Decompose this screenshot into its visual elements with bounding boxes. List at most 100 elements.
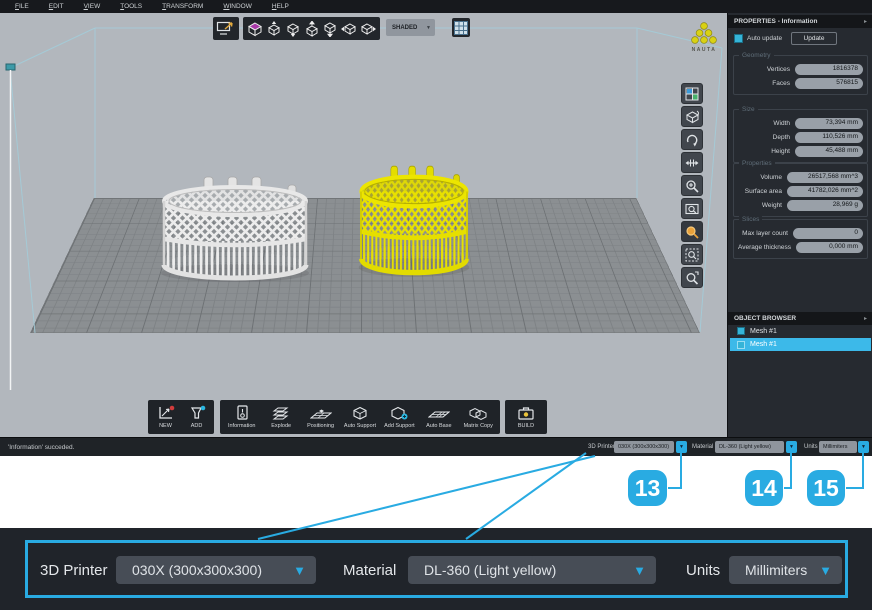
object-row-mesh1[interactable]: Mesh #1 (730, 325, 871, 337)
mesh-name: Mesh #1 (750, 328, 777, 335)
vertices-label: Vertices (767, 66, 790, 73)
viewport-layout-button[interactable] (681, 83, 703, 104)
size-group: Size Width73,394 mm Depth110,526 mm Heig… (733, 109, 868, 163)
zoom-extents-button[interactable] (681, 244, 703, 265)
weight-label: Weight (762, 202, 782, 209)
right-view-button[interactable] (359, 20, 377, 37)
auto-update-label: Auto update (747, 35, 782, 42)
grid-toggle-button[interactable] (452, 18, 470, 37)
add-support-label: Add Support (384, 423, 415, 429)
mesh-yellow-bracelet[interactable] (358, 162, 470, 280)
bottom-view-button[interactable] (321, 20, 339, 37)
mesh-visibility-checkbox[interactable] (737, 327, 745, 335)
printer-dropdown[interactable]: 030X (300x300x300) (614, 441, 674, 453)
properties-group: Properties Volume26517,568 mm^3 Surface … (733, 163, 868, 217)
new-button[interactable]: NEW (150, 405, 181, 429)
height-label: Height (771, 148, 790, 155)
menu-edit[interactable]: EDIT (40, 3, 73, 10)
information-button[interactable]: Information (222, 405, 261, 429)
units-dropdown[interactable]: Millimiters (819, 441, 857, 453)
auto-base-label: Auto Base (426, 423, 451, 429)
menu-help[interactable]: HELP (263, 3, 298, 10)
auto-support-icon (350, 405, 370, 421)
average-thickness-label: Average thickness (738, 244, 791, 251)
positioning-label: Positioning (307, 423, 334, 429)
menu-transform[interactable]: TRANSFORM (153, 3, 212, 10)
matrix-copy-label: Matrix Copy (464, 423, 493, 429)
spin-view-button[interactable] (681, 129, 703, 150)
callout-badge-14: 14 (745, 470, 783, 506)
chevron-down-icon: ▼ (819, 563, 842, 578)
zoom-in-button[interactable] (681, 175, 703, 196)
panel-collapse-icon[interactable]: ▸ (864, 315, 867, 322)
object-browser-header: OBJECT BROWSER ▸ (728, 312, 872, 325)
shading-mode-dropdown[interactable]: SHADED ▼ (386, 19, 435, 36)
mesh-visibility-checkbox[interactable] (737, 341, 745, 349)
material-dropdown[interactable]: DL-360 (Light yellow) (715, 441, 784, 453)
explode-button[interactable]: Explode (261, 405, 300, 429)
menu-window[interactable]: WINDOW (214, 3, 261, 10)
grid-icon (454, 21, 468, 35)
printer-dropdown-zoom[interactable]: 030X (300x300x300) ▼ (116, 556, 316, 584)
zoom-selected-button[interactable] (681, 221, 703, 242)
properties-panel-title: PROPERTIES - Information (734, 18, 864, 25)
weight-value: 28,969 g (787, 200, 863, 211)
vertices-value: 1816378 (795, 64, 863, 75)
magnified-panel-strip: 3D Printer 030X (300x300x300) ▼ Material… (0, 528, 872, 610)
build-button[interactable]: BUILD (507, 405, 545, 429)
menu-view[interactable]: VIEW (75, 3, 110, 10)
pan-button[interactable] (681, 152, 703, 173)
units-dropdown-zoom[interactable]: Millimiters ▼ (729, 556, 842, 584)
callout-badge-15: 15 (807, 470, 845, 506)
zoom-all-button[interactable] (681, 267, 703, 288)
chevron-down-icon: ▼ (633, 563, 656, 578)
rotate-view-button[interactable] (681, 106, 703, 127)
new-label: NEW (159, 423, 172, 429)
add-support-icon (389, 405, 409, 421)
front-view-button[interactable] (284, 20, 302, 37)
units-label-zoom: Units (686, 562, 720, 579)
matrix-copy-icon (468, 405, 488, 421)
information-icon (232, 405, 252, 421)
build-icon (516, 405, 536, 421)
add-support-button[interactable]: Add Support (380, 405, 419, 429)
surface-area-label: Surface area (745, 188, 782, 195)
scale-handle (6, 64, 15, 70)
back-view-button[interactable] (303, 20, 321, 37)
top-view-button[interactable] (265, 20, 283, 37)
chevron-down-icon: ▼ (679, 444, 684, 450)
matrix-copy-button[interactable]: Matrix Copy (459, 405, 498, 429)
status-message: 'Information' succeded. (8, 444, 74, 451)
positioning-button[interactable]: Positioning (301, 405, 340, 429)
material-dropdown-zoom[interactable]: DL-360 (Light yellow) ▼ (408, 556, 656, 584)
printer-label-zoom: 3D Printer (40, 562, 108, 579)
iso-view-button[interactable] (246, 20, 264, 37)
panel-collapse-icon[interactable]: ▸ (864, 18, 867, 25)
menu-file[interactable]: FILE (6, 3, 38, 10)
chevron-down-icon: ▼ (861, 444, 866, 450)
mesh-white-bracelet[interactable] (160, 173, 310, 285)
material-label-zoom: Material (343, 562, 396, 579)
add-label: ADD (191, 423, 203, 429)
viewport-3d[interactable]: SHADED ▼ NAUTA NEW (0, 13, 727, 437)
left-view-button[interactable] (340, 20, 358, 37)
units-label: Units (804, 444, 818, 450)
zoom-window-button[interactable] (681, 198, 703, 219)
toolbar-group-file: NEW ADD (148, 400, 214, 434)
width-value: 73,394 mm (795, 118, 863, 129)
toolbar-group-tools: Information Explode Positioning Auto Sup… (220, 400, 500, 434)
view-nav-toolbar (681, 83, 705, 288)
object-row-mesh1-selected[interactable]: Mesh #1 (730, 338, 871, 351)
add-button[interactable]: ADD (181, 405, 212, 429)
max-layer-count-label: Max layer count (742, 230, 788, 237)
auto-base-button[interactable]: Auto Base (419, 405, 458, 429)
auto-update-checkbox[interactable] (734, 34, 743, 43)
auto-support-button[interactable]: Auto Support (340, 405, 379, 429)
menu-tools[interactable]: TOOLS (111, 3, 151, 10)
fit-view-button[interactable] (213, 17, 239, 40)
printer-dropdown-arrow[interactable]: ▼ (676, 441, 687, 453)
build-label: BUILD (518, 423, 534, 429)
units-dropdown-arrow[interactable]: ▼ (858, 441, 869, 453)
material-dropdown-arrow[interactable]: ▼ (786, 441, 797, 453)
update-button[interactable]: Update (791, 32, 837, 45)
